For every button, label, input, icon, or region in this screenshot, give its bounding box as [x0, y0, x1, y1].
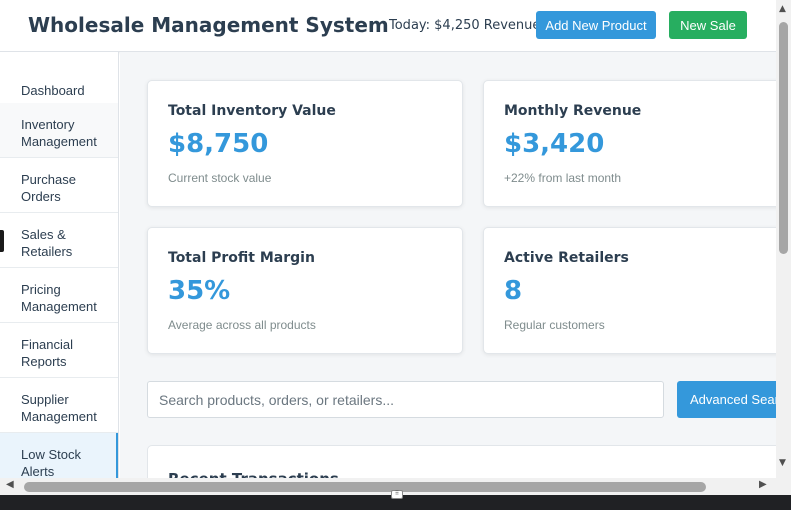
stat-card-monthly-revenue: Monthly Revenue $3,420 +22% from last mo…	[483, 80, 776, 207]
sidebar-item-purchase-orders[interactable]: Purchase Orders	[0, 158, 118, 213]
stat-subtext: Average across all products	[168, 318, 316, 332]
today-revenue: Today: $4,250 Revenue	[389, 18, 541, 33]
scrollbar-corner	[776, 478, 791, 495]
sidebar-item-inventory-management[interactable]: Inventory Management	[0, 103, 118, 158]
stat-subtext: Regular customers	[504, 318, 605, 332]
scroll-up-icon[interactable]: ▲	[779, 4, 786, 14]
scroll-left-icon[interactable]: ◀	[6, 479, 14, 490]
stat-subtext: Current stock value	[168, 171, 272, 185]
sidebar-item-low-stock-alerts[interactable]: Low Stock Alerts	[0, 433, 118, 478]
search-input[interactable]	[147, 381, 664, 418]
sidebar-item-financial-reports[interactable]: Financial Reports	[0, 323, 118, 378]
add-new-product-button[interactable]: Add New Product	[536, 11, 656, 39]
sidebar-item-sales-retailers[interactable]: Sales & Retailers	[0, 213, 118, 268]
stat-label: Active Retailers	[504, 250, 629, 266]
new-sale-button[interactable]: New Sale	[669, 11, 747, 39]
vertical-scroll-thumb[interactable]	[779, 22, 788, 254]
horizontal-scrollbar[interactable]: ◀ ▶	[0, 478, 776, 495]
stat-value: 35%	[168, 276, 231, 306]
stat-card-inventory-value: Total Inventory Value $8,750 Current sto…	[147, 80, 463, 207]
app-title: Wholesale Management System	[28, 13, 389, 37]
sidebar: Dashboard Inventory Management Purchase …	[0, 52, 119, 478]
stat-card-profit-margin: Total Profit Margin 35% Average across a…	[147, 227, 463, 354]
stat-label: Total Profit Margin	[168, 250, 315, 266]
vertical-scrollbar[interactable]: ▲ ▼	[776, 0, 791, 478]
advanced-search-button[interactable]: Advanced Search	[677, 381, 776, 418]
stat-value: $3,420	[504, 129, 605, 159]
scroll-down-icon[interactable]: ▼	[779, 458, 786, 468]
sidebar-item-supplier-management[interactable]: Supplier Management	[0, 378, 118, 433]
sidebar-item-pricing-management[interactable]: Pricing Management	[0, 268, 118, 323]
stat-subtext: +22% from last month	[504, 171, 622, 185]
resize-grip-icon[interactable]: ⠿	[391, 490, 403, 499]
stat-card-active-retailers: Active Retailers 8 Regular customers	[483, 227, 776, 354]
recent-transactions-title: Recent Transactions	[168, 470, 339, 478]
stat-label: Monthly Revenue	[504, 103, 642, 119]
sidebar-edge-marker	[0, 230, 4, 252]
recent-transactions-panel: Recent Transactions	[147, 445, 776, 478]
app-header: Wholesale Management System Today: $4,25…	[0, 0, 776, 52]
stat-value: $8,750	[168, 129, 269, 159]
horizontal-scroll-thumb[interactable]	[24, 482, 706, 492]
stat-value: 8	[504, 276, 523, 306]
scroll-right-icon[interactable]: ▶	[759, 479, 767, 490]
dashboard-main: Total Inventory Value $8,750 Current sto…	[120, 52, 776, 478]
stat-label: Total Inventory Value	[168, 103, 336, 119]
